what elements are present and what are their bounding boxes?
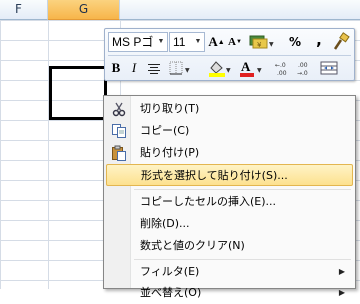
italic-button[interactable]: I (126, 58, 142, 78)
scissors-icon (112, 102, 126, 117)
borders-icon: ▼ (169, 61, 190, 75)
menu-item-filter[interactable]: フィルタ(E) ▶ (106, 261, 353, 283)
comma-style-button[interactable]: , (311, 30, 327, 50)
menu-item-sort[interactable]: 並べ替え(O) ▶ (106, 282, 353, 304)
svg-text:.00: .00 (277, 70, 287, 77)
chevron-down-icon[interactable]: ▼ (193, 34, 203, 50)
menu-item-paste-special[interactable]: 形式を選択して貼り付け(S)... (106, 164, 353, 186)
svg-text:▼: ▼ (226, 67, 231, 74)
toolbar-row-divider (108, 55, 351, 56)
format-painter-button[interactable] (332, 32, 350, 52)
menu-item-label: フィルタ(E) (140, 265, 200, 278)
font-name-value: MS Pゴ (112, 35, 154, 49)
align-center-icon (148, 64, 160, 74)
submenu-arrow-icon: ▶ (338, 288, 345, 297)
menu-item-cut[interactable]: 切り取り(T) (106, 98, 353, 120)
menu-item-label: コピー(C) (140, 124, 190, 137)
currency-format-button[interactable]: ¥ ▼ (247, 32, 275, 52)
grid-line (48, 20, 49, 289)
grow-font-icon: A (208, 34, 218, 49)
paste-icon (112, 145, 126, 161)
center-align-button[interactable] (145, 58, 163, 78)
increase-decimal-button[interactable]: ←.0 .00 (273, 58, 293, 78)
submenu-arrow-icon: ▶ (338, 267, 345, 276)
bold-icon: B (111, 60, 121, 75)
shrink-font-icon: A (228, 36, 236, 48)
merge-center-button[interactable] (319, 58, 339, 78)
context-menu: 切り取り(T) コピー(C) 貼り付け(P) 形式を選択して貼り付け(S)...… (103, 95, 356, 299)
svg-text:▼: ▼ (269, 41, 274, 48)
decrease-decimal-icon: .00 →.0 (297, 62, 308, 77)
format-painter-icon (333, 32, 350, 50)
font-size-combo[interactable]: 11 ▼ (169, 32, 205, 52)
svg-text:←.0: ←.0 (275, 62, 286, 69)
shrink-font-button[interactable]: A▼ (227, 32, 243, 52)
font-name-combo[interactable]: MS Pゴ ▼ (108, 32, 168, 52)
mini-toolbar: MS Pゴ ▼ 11 ▼ A▲ A▼ ¥ ▼ % , B I ▼ ▼ A ▼ ←… (104, 28, 355, 81)
menu-item-label: 貼り付け(P) (140, 146, 200, 159)
column-header-label: F (15, 2, 22, 16)
column-header-label: G (78, 2, 89, 16)
merge-center-icon (320, 61, 338, 75)
selected-cell-border (49, 66, 107, 120)
fill-color-button[interactable]: ▼ (205, 58, 233, 78)
menu-separator (134, 259, 351, 260)
bold-button[interactable]: B (108, 58, 124, 78)
increase-decimal-icon: ←.0 .00 (275, 62, 287, 77)
comma-icon: , (316, 31, 322, 49)
menu-item-label: 形式を選択して貼り付け(S)... (141, 169, 288, 182)
svg-text:▼: ▼ (257, 67, 262, 74)
grow-font-button[interactable]: A▲ (208, 32, 225, 52)
chevron-down-icon[interactable]: ▼ (156, 34, 166, 50)
font-color-button[interactable]: A ▼ (237, 58, 265, 78)
menu-item-label: 削除(D)... (140, 217, 190, 230)
font-size-value: 11 (173, 35, 186, 49)
paint-bucket-icon: ▼ (209, 61, 231, 77)
svg-text:→.0: →.0 (297, 70, 308, 77)
copy-icon (112, 124, 126, 138)
column-header-h[interactable] (120, 0, 360, 20)
font-color-icon: A ▼ (240, 59, 262, 77)
italic-icon: I (131, 60, 137, 75)
menu-item-paste[interactable]: 貼り付け(P) (106, 142, 353, 164)
borders-button[interactable]: ▼ (167, 58, 193, 78)
menu-item-insert-copied-cells[interactable]: コピーしたセルの挿入(E)... (106, 191, 353, 213)
percent-icon: % (288, 35, 302, 49)
svg-text:¥: ¥ (257, 41, 262, 49)
menu-item-label: 切り取り(T) (140, 102, 200, 115)
menu-item-delete[interactable]: 削除(D)... (106, 213, 353, 235)
menu-item-clear-contents[interactable]: 数式と値のクリア(N) (106, 235, 353, 257)
svg-text:.00: .00 (298, 62, 308, 69)
menu-separator (134, 189, 351, 190)
column-header-g[interactable]: G (48, 0, 120, 20)
percent-style-button[interactable]: % (287, 32, 303, 52)
currency-icon: ¥ ▼ (249, 35, 274, 49)
menu-item-label: 並べ替え(O) (140, 286, 202, 299)
menu-item-label: コピーしたセルの挿入(E)... (140, 195, 277, 208)
column-header-f[interactable]: F (0, 0, 48, 20)
menu-item-label: 数式と値のクリア(N) (140, 239, 245, 252)
menu-item-copy[interactable]: コピー(C) (106, 120, 353, 142)
decrease-decimal-button[interactable]: .00 →.0 (295, 58, 315, 78)
svg-text:▼: ▼ (185, 67, 190, 74)
svg-text:A: A (241, 59, 251, 74)
